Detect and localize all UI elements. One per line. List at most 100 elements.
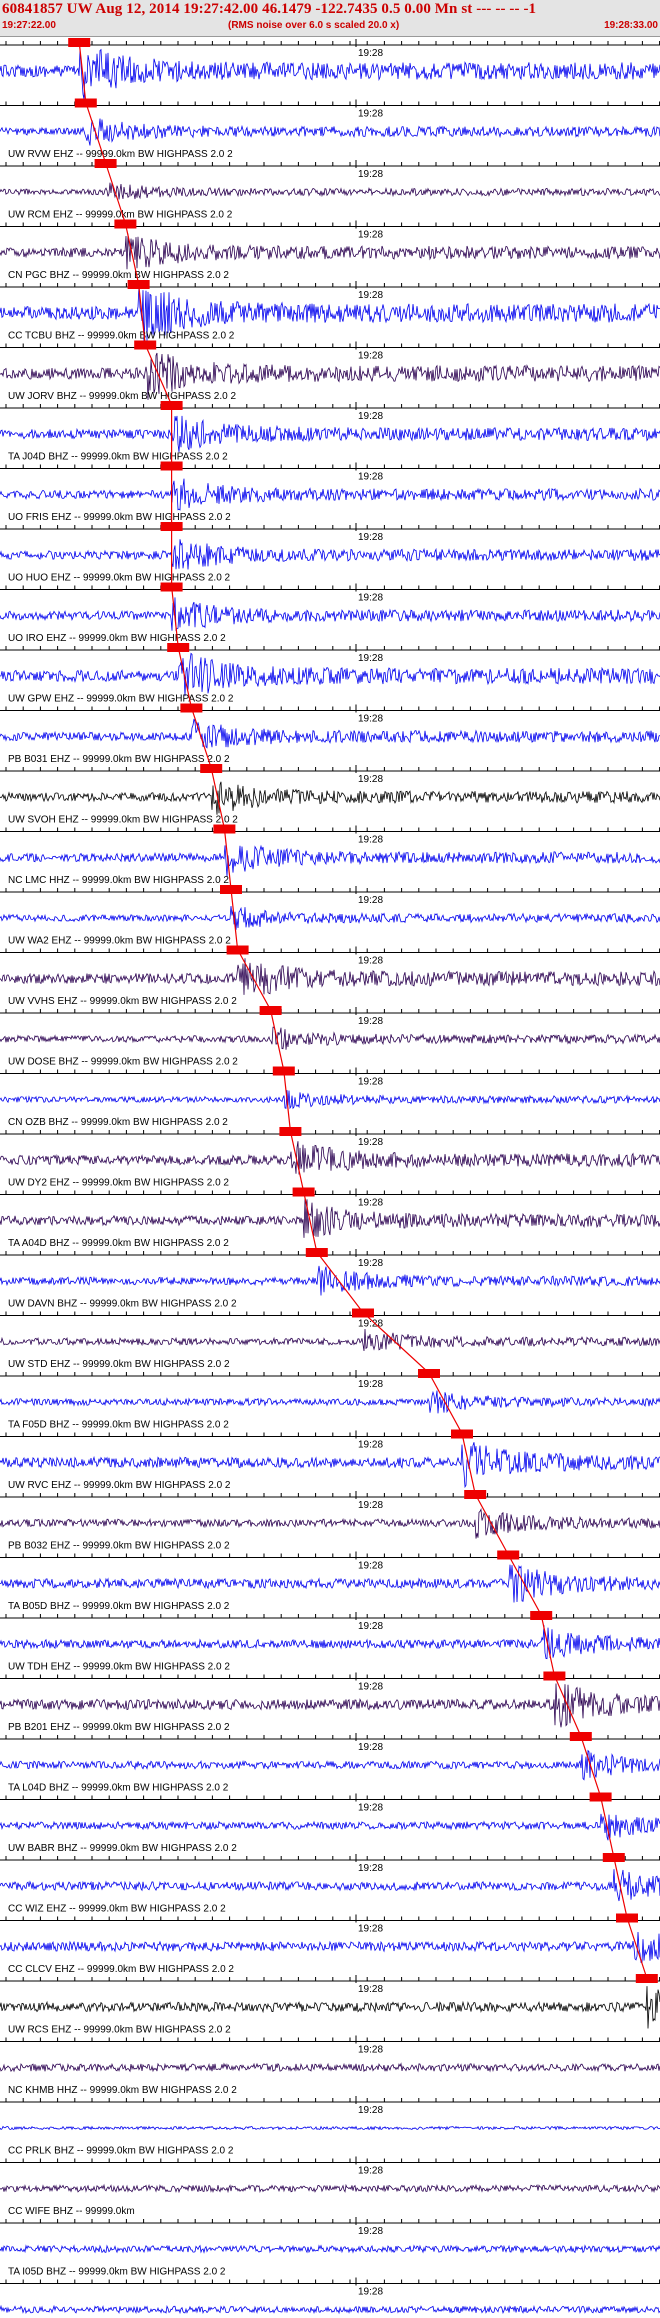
time-ticks <box>5 583 660 592</box>
station-label: CC TCBU BHZ -- 99999.0km BW HIGHPASS 2.0… <box>8 331 235 342</box>
time-ticks <box>5 765 660 773</box>
station-label: UW RVW EHZ -- 99999.0km BW HIGHPASS 2.0 … <box>8 149 233 160</box>
time-ticks <box>5 825 660 834</box>
station-label: TA I05D BHZ -- 99999.0km BW HIGHPASS 2.0… <box>8 2267 226 2278</box>
seismogram-plot: 19:28 19:28 UW RVW EHZ -- 99999.0km BW HIG… <box>0 38 660 2315</box>
waveform <box>0 718 660 749</box>
time-ticks <box>5 1430 660 1439</box>
trace-11: 19:28 PB B031 EHZ -- 99999.0km BW HIGHPAS… <box>0 703 660 765</box>
time-ticks <box>5 1854 660 1862</box>
trace-31: 19:28 CC CLCV EHZ -- 99999.0km BW HIGHPAS… <box>0 1913 660 1975</box>
minute-mark: 19:28 <box>358 1016 383 1027</box>
time-ticks <box>5 2217 660 2225</box>
time-ticks <box>5 886 660 894</box>
trace-0: 19:28 <box>0 38 660 100</box>
waveform <box>0 844 660 877</box>
time-ticks <box>5 1188 660 1197</box>
station-label: UW WA2 EHZ -- 99999.0km BW HIGHPASS 2.0 … <box>8 936 231 947</box>
waveform <box>0 2183 660 2194</box>
waveform <box>0 2062 660 2073</box>
trace-30: 19:28 CC WIZ EHZ -- 99999.0km BW HIGHPASS… <box>0 1853 660 1915</box>
waveform <box>0 1625 660 1660</box>
minute-mark: 19:28 <box>358 2045 383 2056</box>
waveform <box>0 958 660 995</box>
time-ticks <box>5 1309 660 1318</box>
trace-7: 19:28 UO FRIS EHZ -- 99999.0km BW HIGHPAS… <box>0 461 660 523</box>
waveform <box>0 415 660 452</box>
pick-marker <box>635 1974 658 1983</box>
time-ticks <box>5 1007 660 1015</box>
minute-mark: 19:28 <box>358 593 383 604</box>
station-label: CC PRLK BHZ -- 99999.0km BW HIGHPASS 2.0… <box>8 2146 234 2157</box>
waveform <box>0 2244 660 2254</box>
minute-mark: 19:28 <box>358 2166 383 2177</box>
minute-mark: 19:28 <box>358 2226 383 2237</box>
trace-2: 19:28 UW RCM EHZ -- 99999.0km BW HIGHPASS… <box>0 159 660 221</box>
station-label: TA B05D BHZ -- 99999.0km BW HIGHPASS 2.0… <box>8 1601 230 1612</box>
trace-19: 19:28 TA A04D BHZ -- 99999.0km BW HIGHPAS… <box>0 1187 660 1249</box>
waveform <box>0 2304 660 2315</box>
minute-mark: 19:28 <box>358 532 383 543</box>
station-label: CC WIZ EHZ -- 99999.0km BW HIGHPASS 2.0 … <box>8 1904 226 1915</box>
minute-mark: 19:28 <box>358 109 383 120</box>
time-ticks <box>5 1370 660 1378</box>
time-ticks <box>5 523 660 531</box>
time-ticks <box>5 99 660 108</box>
minute-mark: 19:28 <box>358 653 383 664</box>
time-ticks <box>5 2277 660 2286</box>
trace-3: 19:28 CN PGC BHZ -- 99999.0km BW HIGHPASS… <box>0 219 660 281</box>
minute-mark: 19:28 <box>358 48 383 59</box>
minute-mark: 19:28 <box>358 714 383 725</box>
minute-mark: 19:28 <box>358 1682 383 1693</box>
trace-1: 19:28 UW RVW EHZ -- 99999.0km BW HIGHPASS… <box>0 98 660 160</box>
waveform <box>0 1869 660 1902</box>
minute-mark: 19:28 <box>358 1924 383 1935</box>
minute-mark: 19:28 <box>358 1742 383 1753</box>
minute-mark: 19:28 <box>358 1561 383 1572</box>
minute-mark: 19:28 <box>358 1137 383 1148</box>
event-title: 60841857 UW Aug 12, 2014 19:27:42.00 46.… <box>2 1 537 17</box>
minute-mark: 19:28 <box>358 1984 383 1995</box>
trace-29: 19:28 UW BABR BHZ -- 99999.0km BW HIGHPAS… <box>0 1792 660 1854</box>
waveform <box>0 781 660 815</box>
station-label: CN PGC BHZ -- 99999.0km BW HIGHPASS 2.0 … <box>8 270 229 281</box>
waveform <box>0 1198 660 1238</box>
minute-mark: 19:28 <box>358 774 383 785</box>
waveform <box>0 1265 660 1296</box>
station-label: CC CLCV EHZ -- 99999.0km BW HIGHPASS 2.0… <box>8 1964 234 1975</box>
time-ticks <box>5 1793 660 1802</box>
minute-mark: 19:28 <box>358 1077 383 1088</box>
trace-4: 19:28 CC TCBU BHZ -- 99999.0km BW HIGHPAS… <box>0 280 660 345</box>
time-ticks <box>5 402 660 410</box>
trace-26: 19:28 UW TDH EHZ -- 99999.0km BW HIGHPASS… <box>0 1611 660 1673</box>
waveform <box>0 48 660 100</box>
trace-36: 19:28 TA I05D BHZ -- 99999.0km BW HIGHPAS… <box>0 2217 660 2278</box>
waveform <box>0 1328 660 1352</box>
station-label: PB B031 EHZ -- 99999.0km BW HIGHPASS 2.0… <box>8 754 230 765</box>
trace-34: 19:28 CC PRLK BHZ -- 99999.0km BW HIGHPAS… <box>0 2096 660 2157</box>
trace-24: 19:28 PB B032 EHZ -- 99999.0km BW HIGHPAS… <box>0 1490 660 1552</box>
time-ticks <box>5 2035 660 2044</box>
waveform <box>0 1813 660 1841</box>
trace-9: 19:28 UO IRO EHZ -- 99999.0km BW HIGHPASS… <box>0 582 660 644</box>
minute-mark: 19:28 <box>358 1258 383 1269</box>
minute-mark: 19:28 <box>358 351 383 362</box>
rms-note: (RMS noise over 6.0 s scaled 20.0 x) <box>228 20 400 31</box>
station-label: CN OZB BHZ -- 99999.0km BW HIGHPASS 2.0 … <box>8 1117 228 1128</box>
time-ticks <box>5 1551 660 1560</box>
minute-mark: 19:28 <box>358 411 383 422</box>
time-ticks <box>5 39 660 47</box>
minute-mark: 19:28 <box>358 169 383 180</box>
trace-28: 19:28 TA L04D BHZ -- 99999.0km BW HIGHPAS… <box>0 1732 660 1794</box>
station-label: TA A04D BHZ -- 99999.0km BW HIGHPASS 2.0… <box>8 1238 229 1249</box>
waveform <box>0 539 660 570</box>
waveform <box>0 1931 660 1963</box>
station-label: NC LMC HHZ -- 99999.0km BW HIGHPASS 2.0 … <box>8 875 229 886</box>
minute-mark: 19:28 <box>358 1379 383 1390</box>
trace-17: 19:28 CN OZB BHZ -- 99999.0km BW HIGHPASS… <box>0 1066 660 1128</box>
time-ticks <box>5 2096 660 2104</box>
trace-15: 19:28 UW VVHS EHZ -- 99999.0km BW HIGHPAS… <box>0 945 660 1007</box>
trace-37: 19:28UW BEND BHZ -- 99999.0km BW HIGHPAS… <box>0 2277 660 2315</box>
time-ticks <box>5 1128 660 1136</box>
station-label: CC WIFE BHZ -- 99999.0km <box>8 2206 135 2217</box>
